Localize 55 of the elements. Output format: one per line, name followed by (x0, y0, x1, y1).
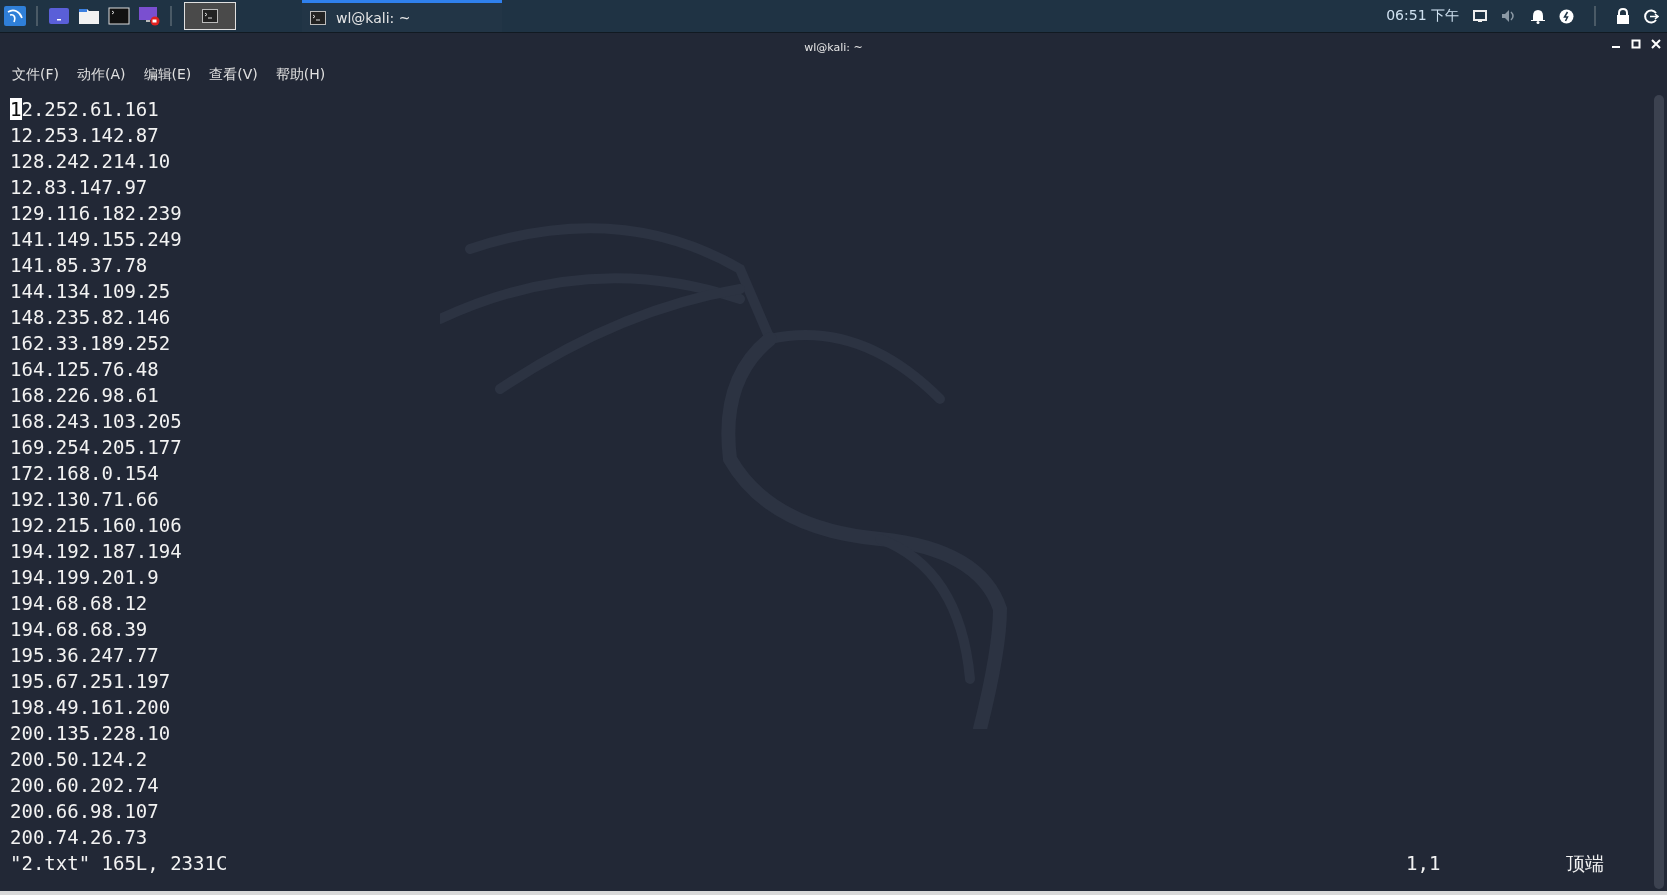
text-line: 129.116.182.239 (10, 201, 182, 226)
bell-icon[interactable] (1531, 8, 1545, 24)
close-icon[interactable] (1651, 39, 1661, 49)
menu-item[interactable]: 帮助(H) (275, 66, 326, 84)
text-line: 141.85.37.78 (10, 253, 148, 278)
lock-icon[interactable] (1616, 8, 1630, 24)
text-line: 194.68.68.12 (10, 591, 148, 616)
terminal-icon[interactable] (108, 6, 130, 26)
text-line: 12.83.147.97 (10, 175, 148, 200)
text-line: 195.36.247.77 (10, 643, 159, 668)
screen-recorder-icon[interactable] (138, 6, 160, 26)
text-line: 194.68.68.39 (10, 617, 148, 642)
text-line: 200.135.228.10 (10, 721, 171, 746)
folder-icon[interactable] (78, 6, 100, 26)
scrollbar[interactable] (1654, 95, 1664, 889)
text-line: 162.33.189.252 (10, 331, 171, 356)
cursor-position: 1,1 (1406, 851, 1442, 876)
text-line: 194.192.187.194 (10, 539, 182, 564)
text-line: 200.66.98.107 (10, 799, 159, 824)
power-icon[interactable] (1559, 8, 1574, 24)
text-line: 194.199.201.9 (10, 565, 159, 590)
desktop-icon[interactable] (48, 6, 70, 26)
scroll-position: 顶端 (1566, 851, 1605, 876)
text-line: 200.74.26.73 (10, 825, 148, 850)
volume-icon[interactable] (1501, 9, 1517, 23)
clock: 06:51 下午 (1386, 7, 1459, 25)
text-line: 169.254.205.177 (10, 435, 182, 460)
text-line: 198.49.161.200 (10, 695, 171, 720)
text-line: 192.130.71.66 (10, 487, 159, 512)
text-line: 195.67.251.197 (10, 669, 171, 694)
text-line: 144.134.109.25 (10, 279, 171, 304)
text-line: 128.242.214.10 (10, 149, 171, 174)
window-title: wl@kali: ~ (804, 40, 863, 54)
maximize-icon[interactable] (1631, 39, 1641, 49)
text-line: 172.168.0.154 (10, 461, 159, 486)
status-message: "2.txt" 165L, 2331C (10, 851, 228, 876)
menu-item[interactable]: 编辑(E) (143, 66, 192, 84)
text-line: 148.235.82.146 (10, 305, 171, 330)
text-line: 164.125.76.48 (10, 357, 159, 382)
text-line: 192.215.160.106 (10, 513, 182, 538)
kali-menu-icon[interactable] (4, 6, 26, 26)
text-line: 168.226.98.61 (10, 383, 159, 408)
text-line: 168.243.103.205 (10, 409, 182, 434)
menu-item[interactable]: 查看(V) (209, 66, 258, 84)
text-line: 200.60.202.74 (10, 773, 159, 798)
menu-item[interactable]: 文件(F) (12, 66, 59, 84)
text-line: 141.149.155.249 (10, 227, 182, 252)
terminal-icon (202, 9, 218, 23)
terminal-icon (310, 10, 326, 25)
text-line: 12.253.142.87 (10, 123, 159, 148)
menu-item[interactable]: 动作(A) (77, 66, 126, 84)
workspace-button[interactable] (184, 2, 236, 30)
logout-icon[interactable] (1644, 8, 1659, 24)
text-line: 200.50.124.2 (10, 747, 148, 772)
display-icon[interactable] (1473, 9, 1487, 23)
